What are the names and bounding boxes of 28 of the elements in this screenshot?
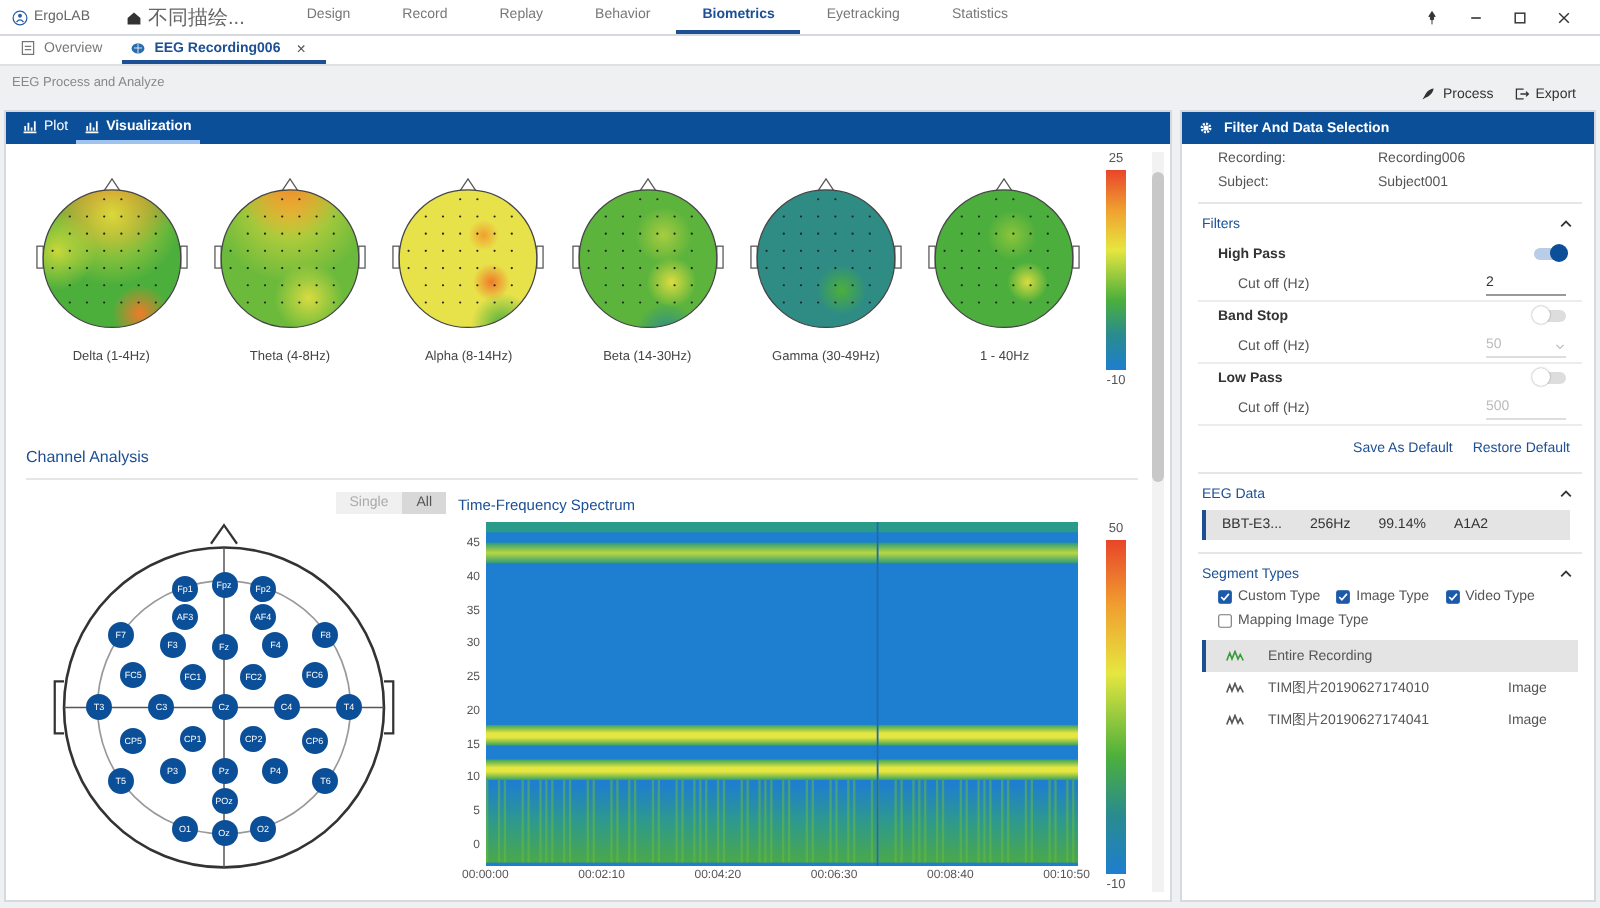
document-icon [20,40,36,56]
maximize-icon[interactable] [1512,9,1528,25]
export-icon [1513,86,1530,102]
toggle-switch[interactable] [1534,248,1566,260]
waveform-icon [1226,714,1244,726]
section-title: Channel Analysis [26,448,1138,480]
chevron-icon[interactable] [1558,486,1574,502]
checkbox-icon[interactable] [1445,590,1460,604]
tab-close-button[interactable]: × [296,39,306,57]
close-icon[interactable] [1556,9,1572,25]
scrollbar-thumb[interactable] [1152,172,1164,483]
project-name[interactable]: 不同描绘... [148,3,245,31]
checkbox-icon[interactable] [1218,590,1232,604]
chevron-icon[interactable] [1558,566,1574,582]
logo-icon [12,9,28,25]
caret-icon [1554,339,1566,351]
waveform-icon [1226,650,1244,662]
toggle-switch[interactable] [1534,372,1566,384]
chart-icon [84,118,101,134]
chart-icon [22,118,38,134]
checkbox-icon[interactable] [1218,614,1232,628]
waveform-icon [1226,682,1244,694]
chevron-icon[interactable] [1558,216,1574,232]
toggle-switch[interactable] [1534,310,1566,322]
gear-icon [1198,120,1214,136]
pin-icon[interactable] [1424,9,1440,25]
checkbox-icon[interactable] [1336,590,1351,604]
home-icon [126,9,143,25]
